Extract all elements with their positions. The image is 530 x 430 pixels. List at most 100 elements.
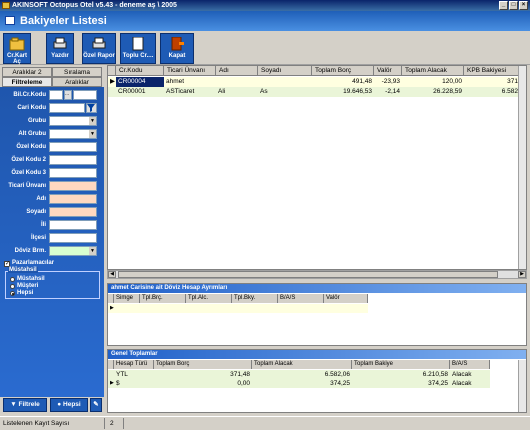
trade-name-input[interactable] (49, 181, 97, 191)
table-cell[interactable] (258, 77, 312, 87)
table-cell[interactable]: 6.582 (464, 87, 520, 97)
table-cell[interactable]: 26.228,59 (402, 87, 464, 97)
table-cell[interactable]: 371 (464, 77, 520, 87)
radio-producer[interactable] (10, 277, 15, 282)
bil-cr-code-input[interactable] (49, 90, 63, 100)
table-row[interactable]: ▶ $ 0,00 374,25 374,25 Alacak (108, 379, 490, 388)
column-header[interactable]: B/A/S (450, 360, 490, 369)
column-header[interactable]: Simge (114, 294, 140, 303)
all-button-label: Hepsi (63, 401, 81, 408)
radio-all[interactable] (10, 291, 15, 296)
scroll-thumb[interactable] (118, 271, 498, 278)
edit-button[interactable]: ✎ (90, 398, 102, 412)
table-cell[interactable]: 19.646,53 (312, 87, 374, 97)
table-cell[interactable]: Alacak (450, 370, 490, 379)
currency-select[interactable] (49, 246, 97, 256)
column-header[interactable]: KPB Bakiyesi (464, 66, 520, 76)
window-title: AKINSOFT Octopus Otel v5.43 - deneme aş … (12, 2, 177, 9)
column-header[interactable]: Valör (324, 294, 368, 303)
column-header[interactable]: Tpl.Brç. (140, 294, 186, 303)
column-header[interactable]: Toplam Alacak (402, 66, 464, 76)
column-header[interactable]: Tpl.Alc. (186, 294, 232, 303)
close-window-button[interactable]: Kapat (160, 33, 194, 64)
table-cell[interactable]: As (258, 87, 312, 97)
bulk-button[interactable]: Toplu Cr.... (120, 33, 156, 64)
exit-door-icon (171, 37, 184, 51)
column-header[interactable]: Toplam Borç (312, 66, 374, 76)
table-cell[interactable] (216, 77, 258, 87)
table-cell[interactable]: 374,25 (252, 379, 352, 388)
table-cell[interactable]: 0,00 (154, 379, 252, 388)
special-code-2-input[interactable] (49, 155, 97, 165)
currency-panel-title: ahmet Carisine ait Döviz Hesap Ayrımları (108, 284, 526, 293)
filter-button[interactable]: ▼ Filtrele (3, 398, 47, 412)
tab-ranges-2[interactable]: Aralıklar 2 (2, 67, 52, 77)
district-input[interactable] (49, 233, 97, 243)
account-code-input[interactable] (49, 103, 85, 113)
column-header[interactable]: Valör (374, 66, 402, 76)
tab-sorting[interactable]: Sıralama (52, 67, 102, 77)
special-code-input[interactable] (49, 142, 97, 152)
radio-customer[interactable] (10, 284, 15, 289)
column-header[interactable]: Toplam Bakiye (352, 360, 450, 369)
column-header[interactable]: Ticari Ünvanı (164, 66, 216, 76)
custom-report-button[interactable]: Özel Rapor (82, 33, 116, 64)
scroll-left-icon[interactable]: ◀ (108, 271, 116, 278)
field-label: Ticari Ünvanı (8, 183, 46, 189)
grid-vertical-scrollbar[interactable] (518, 66, 526, 269)
totals-vertical-scrollbar[interactable] (518, 360, 526, 412)
special-code-3-input[interactable] (49, 168, 97, 178)
column-header[interactable]: B/A/S (278, 294, 324, 303)
table-cell[interactable]: $ (114, 379, 154, 388)
column-header[interactable]: Hesap Türü (114, 360, 154, 369)
scroll-right-icon[interactable]: ▶ (518, 271, 526, 278)
column-header[interactable]: Tpl.Bky. (232, 294, 278, 303)
table-cell[interactable]: 6.582,06 (252, 370, 352, 379)
balances-grid: Cr.Kodu Ticari Ünvanı Adı Soyadı Toplam … (107, 65, 527, 270)
grid-horizontal-scrollbar[interactable]: ◀ ▶ (107, 270, 527, 279)
field-label: Cari Kodu (17, 105, 46, 111)
subgroup-select[interactable] (49, 129, 97, 139)
table-row[interactable]: YTL 371,48 6.582,06 6.210,58 Alacak (108, 370, 490, 379)
print-button[interactable]: Yazdır (46, 33, 74, 64)
tab-ranges[interactable]: Aralıklar (52, 77, 102, 87)
table-cell[interactable]: 374,25 (352, 379, 450, 388)
tab-filtering[interactable]: Filtreleme (2, 77, 52, 87)
funnel-button[interactable] (86, 103, 97, 113)
table-cell[interactable]: ASTicaret (164, 87, 216, 97)
first-name-input[interactable] (49, 194, 97, 204)
group-select[interactable] (49, 116, 97, 126)
table-cell[interactable]: YTL (114, 370, 154, 379)
table-cell[interactable]: 6.210,58 (352, 370, 450, 379)
column-header[interactable]: Toplam Borç (154, 360, 252, 369)
column-header[interactable]: Cr.Kodu (116, 66, 164, 76)
field-label: Soyadı (26, 209, 46, 215)
totals-panel-title: Genel Toplamlar (108, 350, 526, 359)
close-button[interactable]: × (519, 1, 528, 10)
table-row[interactable]: ▶ (108, 304, 368, 313)
bil-cr-code-input-2[interactable] (73, 90, 97, 100)
maximize-button[interactable]: □ (509, 1, 518, 10)
table-row[interactable]: CR00001 ASTicaret Ali As 19.646,53 -2,14… (108, 87, 520, 97)
table-cell[interactable]: Ali (216, 87, 258, 97)
table-cell[interactable]: ahmet (164, 77, 216, 87)
column-header[interactable]: Toplam Alacak (252, 360, 352, 369)
table-cell[interactable]: -2,14 (374, 87, 402, 97)
column-header[interactable]: Soyadı (258, 66, 312, 76)
table-cell[interactable]: 120,00 (402, 77, 464, 87)
table-cell[interactable]: CR00001 (116, 87, 164, 97)
all-button[interactable]: ● Hepsi (50, 398, 88, 412)
table-cell[interactable]: Alacak (450, 379, 490, 388)
lookup-button[interactable]: ... (64, 90, 72, 100)
table-cell[interactable]: CR00004 (116, 77, 164, 87)
table-row[interactable]: ▶ CR00004 ahmet 491,48 -23,93 120,00 371 (108, 77, 520, 87)
table-cell[interactable]: 371,48 (154, 370, 252, 379)
last-name-input[interactable] (49, 207, 97, 217)
table-cell[interactable]: 491,48 (312, 77, 374, 87)
column-header[interactable]: Adı (216, 66, 258, 76)
minimize-button[interactable]: _ (499, 1, 508, 10)
city-input[interactable] (49, 220, 97, 230)
card-open-button[interactable]: Cr.Kart Aç (3, 33, 31, 65)
pencil-icon: ✎ (93, 401, 99, 408)
table-cell[interactable]: -23,93 (374, 77, 402, 87)
